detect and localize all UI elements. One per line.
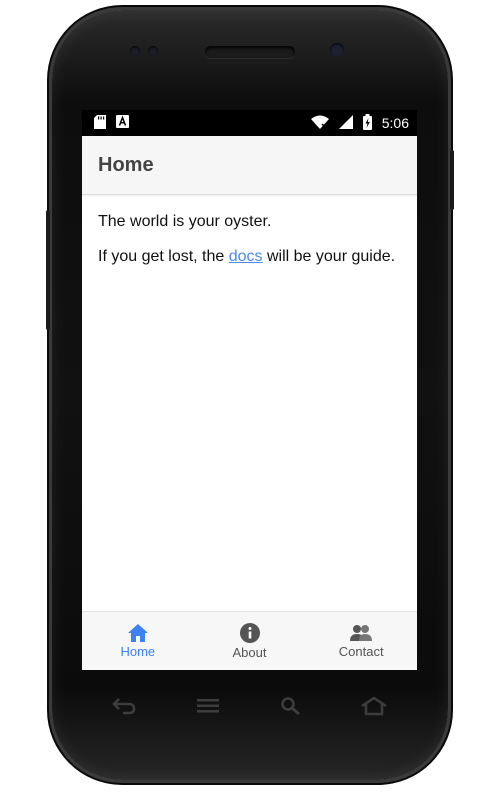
- intro-text: The world is your oyster.: [98, 213, 272, 230]
- tab-contact[interactable]: Contact: [305, 612, 417, 670]
- tab-label: About: [232, 644, 267, 660]
- page-header: Home: [82, 136, 417, 195]
- sd-card-icon: [94, 114, 106, 132]
- wifi-icon: [310, 115, 329, 132]
- battery-charging-icon: [362, 113, 372, 133]
- docs-link[interactable]: docs: [229, 248, 263, 265]
- signal-icon: [338, 114, 353, 132]
- info-icon: [239, 622, 260, 643]
- page-content: The world is your oyster. If you get los…: [82, 195, 417, 291]
- earpiece-speaker: [205, 46, 295, 58]
- status-bar: 5:06: [82, 110, 417, 136]
- status-time: 5:06: [381, 115, 409, 131]
- volume-button: [46, 210, 50, 330]
- home-icon: [127, 623, 148, 642]
- notification-a-icon: [116, 115, 129, 131]
- help-text-after: will be your guide.: [262, 248, 396, 265]
- menu-icon[interactable]: [195, 697, 221, 715]
- front-camera: [330, 43, 344, 57]
- contacts-icon: [350, 624, 373, 642]
- tab-label: Home: [120, 643, 156, 659]
- tab-about[interactable]: About: [194, 612, 306, 670]
- front-sensor: [130, 46, 140, 56]
- page-title: Home: [98, 153, 154, 176]
- help-text: If you get lost, the docs will be your g…: [98, 246, 401, 267]
- tab-label: Contact: [338, 643, 384, 659]
- tab-home[interactable]: Home: [82, 612, 194, 670]
- app-screen: 5:06 Home The world is your oyster. If y…: [82, 110, 417, 670]
- power-button: [450, 150, 454, 210]
- search-icon[interactable]: [280, 696, 302, 716]
- system-nav-bar: [82, 684, 417, 728]
- help-text-before: If you get lost, the: [98, 248, 229, 265]
- proximity-sensor: [148, 46, 158, 56]
- tab-bar: Home About Contact: [82, 611, 417, 670]
- back-icon[interactable]: [111, 697, 137, 715]
- home-outline-icon[interactable]: [360, 696, 388, 716]
